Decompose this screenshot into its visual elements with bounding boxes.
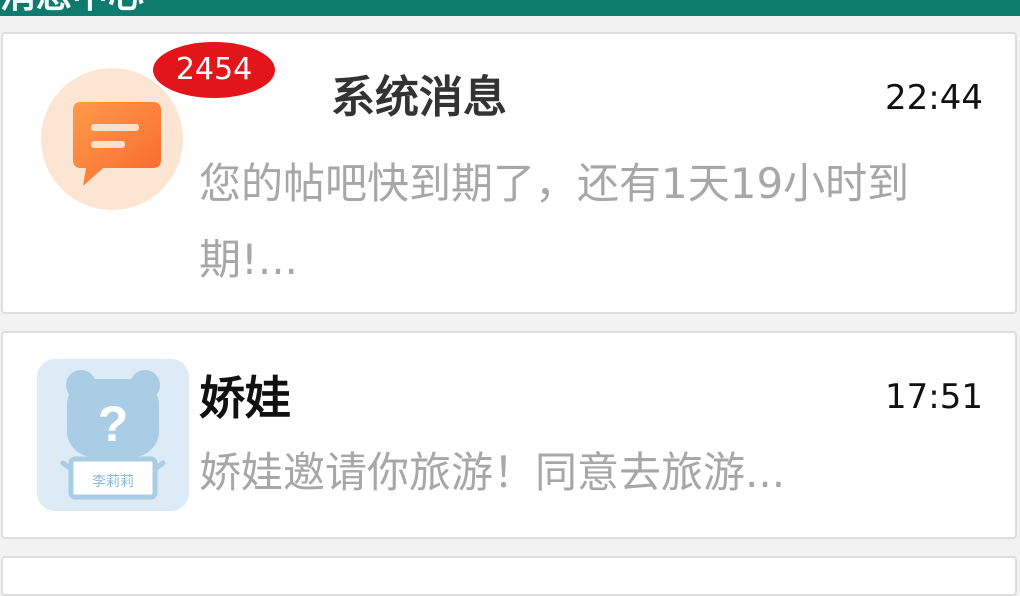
- conversation-title: 娇娃: [199, 371, 291, 425]
- top-app-bar: 消息中心: [0, 0, 1020, 16]
- placeholder-bear-icon: ? 李莉莉: [60, 370, 166, 500]
- conversation-item-user[interactable]: ? 李莉莉 娇娃 17:51 娇娃邀请你旅游！同意去旅游...: [1, 331, 1017, 539]
- conversation-preview: 您的帖吧快到期了，还有1天19小时到期!...: [199, 159, 910, 284]
- unread-count-badge: 2454: [153, 42, 275, 98]
- conversation-item-partial[interactable]: [1, 556, 1017, 596]
- avatar: [41, 68, 183, 210]
- page-title: 消息中心: [0, 0, 144, 16]
- chat-bubble-icon: [73, 102, 161, 186]
- svg-text:?: ?: [98, 396, 129, 452]
- conversation-item-system[interactable]: 2454 系统消息 22:44 您的帖吧快到期了，还有1天19小时到期!...: [1, 32, 1017, 314]
- conversation-title: 系统消息: [331, 72, 507, 123]
- conversation-time: 17:51: [885, 377, 983, 417]
- conversation-preview: 娇娃邀请你旅游！同意去旅游...: [199, 448, 786, 497]
- avatar: ? 李莉莉: [37, 359, 189, 511]
- conversation-time: 22:44: [885, 78, 983, 118]
- svg-text:李莉莉: 李莉莉: [92, 474, 134, 490]
